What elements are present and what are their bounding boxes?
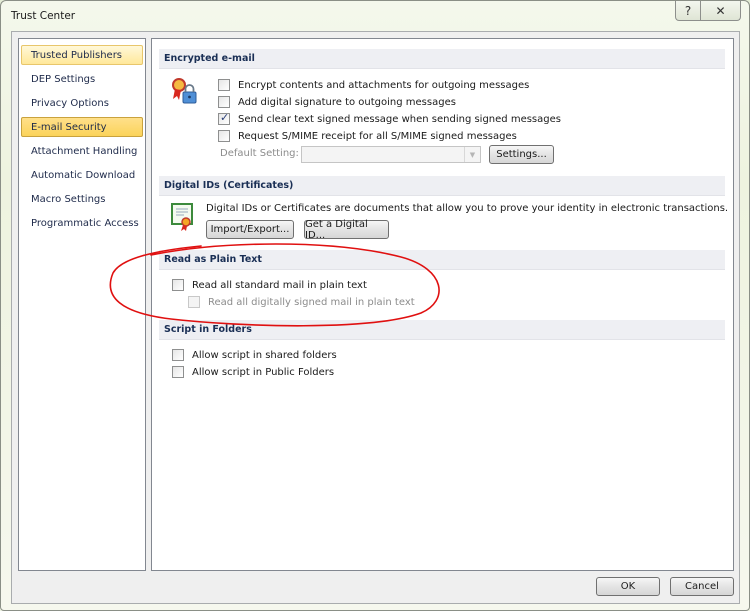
nav-item-email-security[interactable]: E-mail Security bbox=[21, 117, 143, 137]
title-bar[interactable]: Trust Center ? ✕ bbox=[1, 1, 749, 31]
option-encrypt-contents[interactable]: Encrypt contents and attachments for out… bbox=[218, 77, 529, 93]
option-read-signed-plain-text: Read all digitally signed mail in plain … bbox=[188, 294, 415, 310]
checkbox-disabled bbox=[188, 296, 200, 308]
option-send-clear-text-signed[interactable]: Send clear text signed message when send… bbox=[218, 111, 561, 127]
settings-button[interactable]: Settings... bbox=[489, 145, 554, 164]
email-security-pane: Encrypted e-mail Encrypt contents and at… bbox=[151, 38, 734, 571]
option-allow-script-public[interactable]: Allow script in Public Folders bbox=[172, 364, 334, 380]
section-header-read-as-plain-text: Read as Plain Text bbox=[159, 250, 725, 270]
option-label: Read all standard mail in plain text bbox=[192, 279, 367, 291]
default-setting-dropdown[interactable]: ▼ bbox=[301, 146, 481, 163]
option-label: Add digital signature to outgoing messag… bbox=[238, 96, 456, 108]
option-label: Send clear text signed message when send… bbox=[238, 113, 561, 125]
close-icon: ✕ bbox=[715, 3, 726, 18]
option-allow-script-shared[interactable]: Allow script in shared folders bbox=[172, 347, 337, 363]
nav-item-programmatic-access[interactable]: Programmatic Access bbox=[21, 213, 143, 233]
option-label: Request S/MIME receipt for all S/MIME si… bbox=[238, 130, 517, 142]
window-title: Trust Center bbox=[11, 10, 76, 22]
checkbox[interactable] bbox=[218, 130, 230, 142]
nav-item-automatic-download[interactable]: Automatic Download bbox=[21, 165, 143, 185]
default-setting-label: Default Setting: bbox=[220, 148, 299, 159]
nav-item-privacy-options[interactable]: Privacy Options bbox=[21, 93, 143, 113]
checkbox[interactable] bbox=[172, 366, 184, 378]
category-nav: Trusted Publishers DEP Settings Privacy … bbox=[18, 38, 146, 571]
checkbox[interactable] bbox=[172, 279, 184, 291]
checkbox[interactable] bbox=[172, 349, 184, 361]
option-request-smime-receipt[interactable]: Request S/MIME receipt for all S/MIME si… bbox=[218, 128, 517, 144]
title-buttons: ? ✕ bbox=[675, 1, 741, 21]
option-label: Allow script in shared folders bbox=[192, 349, 337, 361]
checkbox-checked[interactable] bbox=[218, 111, 230, 125]
option-label: Allow script in Public Folders bbox=[192, 366, 335, 378]
nav-item-attachment-handling[interactable]: Attachment Handling bbox=[21, 141, 143, 161]
option-add-digital-signature[interactable]: Add digital signature to outgoing messag… bbox=[218, 94, 456, 110]
digital-ids-description: Digital IDs or Certificates are document… bbox=[206, 203, 729, 214]
close-button[interactable]: ✕ bbox=[701, 1, 741, 21]
help-icon: ? bbox=[684, 3, 692, 18]
get-digital-id-button[interactable]: Get a Digital ID... bbox=[304, 219, 389, 241]
section-header-digital-ids: Digital IDs (Certificates) bbox=[159, 176, 725, 196]
section-header-script-in-folders: Script in Folders bbox=[159, 320, 725, 340]
option-label: Read all digitally signed mail in plain … bbox=[208, 296, 415, 308]
certificate-icon bbox=[170, 202, 196, 232]
cancel-button[interactable]: Cancel bbox=[670, 577, 734, 596]
nav-item-trusted-publishers[interactable]: Trusted Publishers bbox=[21, 45, 143, 65]
import-export-button[interactable]: Import/Export... bbox=[206, 220, 294, 239]
certificate-lock-icon bbox=[170, 77, 200, 107]
ok-button[interactable]: OK bbox=[596, 577, 660, 596]
section-header-encrypted-email: Encrypted e-mail bbox=[159, 49, 725, 69]
nav-item-dep-settings[interactable]: DEP Settings bbox=[21, 69, 143, 89]
nav-item-macro-settings[interactable]: Macro Settings bbox=[21, 189, 143, 209]
checkbox[interactable] bbox=[218, 79, 230, 91]
dialog-client-area: Trusted Publishers DEP Settings Privacy … bbox=[11, 31, 740, 604]
option-read-standard-plain-text[interactable]: Read all standard mail in plain text bbox=[172, 277, 367, 293]
trust-center-dialog: Trust Center ? ✕ Trusted Publishers DEP … bbox=[0, 0, 750, 611]
help-button[interactable]: ? bbox=[675, 1, 701, 21]
checkbox[interactable] bbox=[218, 96, 230, 108]
option-label: Encrypt contents and attachments for out… bbox=[238, 79, 530, 91]
chevron-down-icon: ▼ bbox=[464, 147, 480, 162]
